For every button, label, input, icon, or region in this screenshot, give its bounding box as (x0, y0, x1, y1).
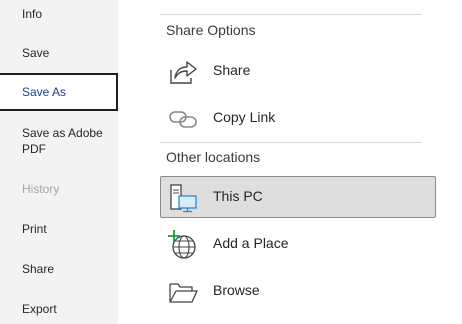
nav-item-print[interactable]: Print (0, 221, 118, 237)
folder-open-icon (167, 276, 199, 308)
nav-item-share[interactable]: Share (0, 261, 118, 277)
nav-item-export[interactable]: Export (0, 301, 118, 317)
nav-item-label-line1: Save as Adobe (22, 126, 103, 140)
nav-item-label: Info (22, 7, 43, 21)
nav-item-save[interactable]: Save (0, 45, 118, 61)
option-label: Copy Link (213, 109, 276, 125)
option-add-a-place[interactable]: Add a Place (160, 223, 436, 265)
nav-item-label: Export (22, 302, 57, 316)
nav-item-label: Save (22, 46, 50, 60)
link-icon (167, 103, 199, 135)
option-copy-link[interactable]: Copy Link (160, 97, 436, 139)
nav-item-label: Print (22, 222, 47, 236)
nav-item-save-as[interactable]: Save As (0, 73, 118, 111)
option-browse[interactable]: Browse (160, 270, 436, 312)
nav-item-label: History (22, 182, 60, 196)
option-label: Share (213, 62, 251, 78)
option-share[interactable]: Share (160, 50, 436, 92)
computer-icon (167, 182, 199, 214)
divider (160, 14, 422, 15)
section-header-share-options: Share Options (166, 22, 256, 38)
option-this-pc[interactable]: This PC (160, 176, 436, 218)
share-arrow-icon (167, 56, 199, 88)
section-header-other-locations: Other locations (166, 149, 261, 165)
option-label: Add a Place (213, 235, 289, 251)
nav-item-history: History (0, 181, 118, 197)
nav-item-label: Save As (22, 85, 67, 99)
backstage-nav: Info Save Save As Save as Adobe PDF Hist… (0, 0, 118, 324)
option-label: This PC (213, 188, 263, 204)
nav-item-label-line2: PDF (22, 142, 46, 156)
divider (160, 142, 422, 143)
option-label: Browse (213, 282, 260, 298)
save-as-main: Share Options Share Copy Link Other loca… (118, 0, 462, 324)
nav-item-label: Share (22, 262, 55, 276)
globe-add-icon (167, 229, 199, 261)
nav-item-save-as-adobe-pdf[interactable]: Save as Adobe PDF (0, 125, 118, 157)
nav-item-info[interactable]: Info (0, 6, 118, 22)
save-as-backstage: Info Save Save As Save as Adobe PDF Hist… (0, 0, 462, 324)
